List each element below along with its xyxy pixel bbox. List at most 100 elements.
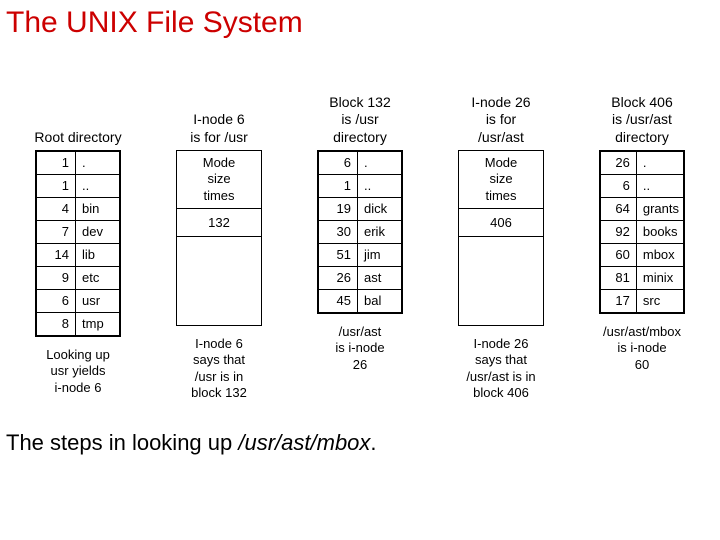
inode-number: 6: [601, 175, 637, 198]
entry-name: dick: [358, 198, 402, 221]
column-footer: I-node 6 says that /usr is in block 132: [191, 336, 247, 401]
inode-empty: [177, 237, 261, 325]
inode-number: 1: [37, 175, 76, 198]
table-row: 9etc: [37, 267, 120, 290]
entry-name: books: [636, 221, 683, 244]
inode-number: 8: [37, 313, 76, 336]
table-row: 4bin: [37, 198, 120, 221]
entry-name: bal: [358, 290, 402, 313]
inode-number: 51: [319, 244, 358, 267]
table-row: 7dev: [37, 221, 120, 244]
inode-block-pointer: 132: [177, 209, 261, 237]
inode-box: Mode size times132: [176, 150, 262, 326]
inode-number: 19: [319, 198, 358, 221]
table-row: 1..: [319, 175, 402, 198]
table-row: 19dick: [319, 198, 402, 221]
column-0: Root directory1.1..4bin7dev14lib9etc6usr…: [28, 88, 128, 396]
inode-number: 60: [601, 244, 637, 267]
column-2: Block 132 is /usr directory6.1..19dick30…: [310, 88, 410, 373]
inode-number: 64: [601, 198, 637, 221]
inode-empty: [459, 237, 543, 325]
column-footer: /usr/ast is i-node 26: [335, 324, 384, 373]
entry-name: ..: [76, 175, 120, 198]
inode-number: 45: [319, 290, 358, 313]
inode-block-pointer: 406: [459, 209, 543, 237]
column-header: I-node 26 is for /usr/ast: [471, 88, 530, 150]
directory-table: 1.1..4bin7dev14lib9etc6usr8tmp: [36, 151, 120, 336]
entry-name: grants: [636, 198, 683, 221]
column-footer: Looking up usr yields i-node 6: [46, 347, 110, 396]
entry-name: etc: [76, 267, 120, 290]
entry-name: dev: [76, 221, 120, 244]
inode-number: 6: [37, 290, 76, 313]
inode-box: Mode size times406: [458, 150, 544, 326]
caption-path: /usr/ast/mbox: [238, 430, 370, 455]
table-row: 1..: [37, 175, 120, 198]
directory-box: 6.1..19dick30erik51jim26ast45bal: [317, 150, 403, 314]
entry-name: src: [636, 290, 683, 313]
table-row: 45bal: [319, 290, 402, 313]
entry-name: bin: [76, 198, 120, 221]
column-1: I-node 6 is for /usrMode size times132 I-…: [169, 88, 269, 401]
table-row: 51jim: [319, 244, 402, 267]
entry-name: erik: [358, 221, 402, 244]
inode-meta: Mode size times: [177, 151, 261, 209]
directory-box: 1.1..4bin7dev14lib9etc6usr8tmp: [35, 150, 121, 337]
inode-number: 81: [601, 267, 637, 290]
inode-number: 14: [37, 244, 76, 267]
inode-number: 26: [319, 267, 358, 290]
inode-number: 1: [37, 152, 76, 175]
entry-name: ..: [358, 175, 402, 198]
directory-table: 6.1..19dick30erik51jim26ast45bal: [318, 151, 402, 313]
table-row: 6usr: [37, 290, 120, 313]
inode-number: 4: [37, 198, 76, 221]
inode-number: 17: [601, 290, 637, 313]
column-3: I-node 26 is for /usr/astMode size times…: [451, 88, 551, 401]
column-footer: /usr/ast/mbox is i-node 60: [603, 324, 681, 373]
table-row: 81minix: [601, 267, 684, 290]
column-header: Block 406 is /usr/ast directory: [611, 88, 672, 150]
entry-name: minix: [636, 267, 683, 290]
table-row: 1.: [37, 152, 120, 175]
table-row: 6.: [319, 152, 402, 175]
column-footer: I-node 26 says that /usr/ast is in block…: [466, 336, 535, 401]
table-row: 6..: [601, 175, 684, 198]
table-row: 17src: [601, 290, 684, 313]
entry-name: jim: [358, 244, 402, 267]
entry-name: mbox: [636, 244, 683, 267]
entry-name: ast: [358, 267, 402, 290]
inode-number: 26: [601, 152, 637, 175]
inode-meta: Mode size times: [459, 151, 543, 209]
table-row: 14lib: [37, 244, 120, 267]
column-header: Root directory: [34, 88, 121, 150]
table-row: 64grants: [601, 198, 684, 221]
table-row: 26.: [601, 152, 684, 175]
entry-name: .: [636, 152, 683, 175]
entry-name: ..: [636, 175, 683, 198]
caption-prefix: The steps in looking up: [6, 430, 238, 455]
column-4: Block 406 is /usr/ast directory26.6..64g…: [592, 88, 692, 373]
slide: The UNIX File System Root directory1.1..…: [0, 0, 720, 540]
entry-name: .: [76, 152, 120, 175]
table-row: 30erik: [319, 221, 402, 244]
table-row: 60mbox: [601, 244, 684, 267]
directory-table: 26.6..64grants92books60mbox81minix17src: [600, 151, 684, 313]
entry-name: .: [358, 152, 402, 175]
inode-number: 9: [37, 267, 76, 290]
directory-box: 26.6..64grants92books60mbox81minix17src: [599, 150, 685, 314]
caption: The steps in looking up /usr/ast/mbox.: [6, 430, 377, 456]
column-header: Block 132 is /usr directory: [329, 88, 390, 150]
inode-number: 30: [319, 221, 358, 244]
slide-title: The UNIX File System: [6, 6, 303, 40]
inode-number: 7: [37, 221, 76, 244]
inode-number: 6: [319, 152, 358, 175]
entry-name: usr: [76, 290, 120, 313]
entry-name: lib: [76, 244, 120, 267]
caption-suffix: .: [370, 430, 376, 455]
entry-name: tmp: [76, 313, 120, 336]
table-row: 92books: [601, 221, 684, 244]
column-header: I-node 6 is for /usr: [190, 88, 248, 150]
filesystem-diagram: Root directory1.1..4bin7dev14lib9etc6usr…: [28, 88, 692, 401]
inode-number: 92: [601, 221, 637, 244]
table-row: 26ast: [319, 267, 402, 290]
